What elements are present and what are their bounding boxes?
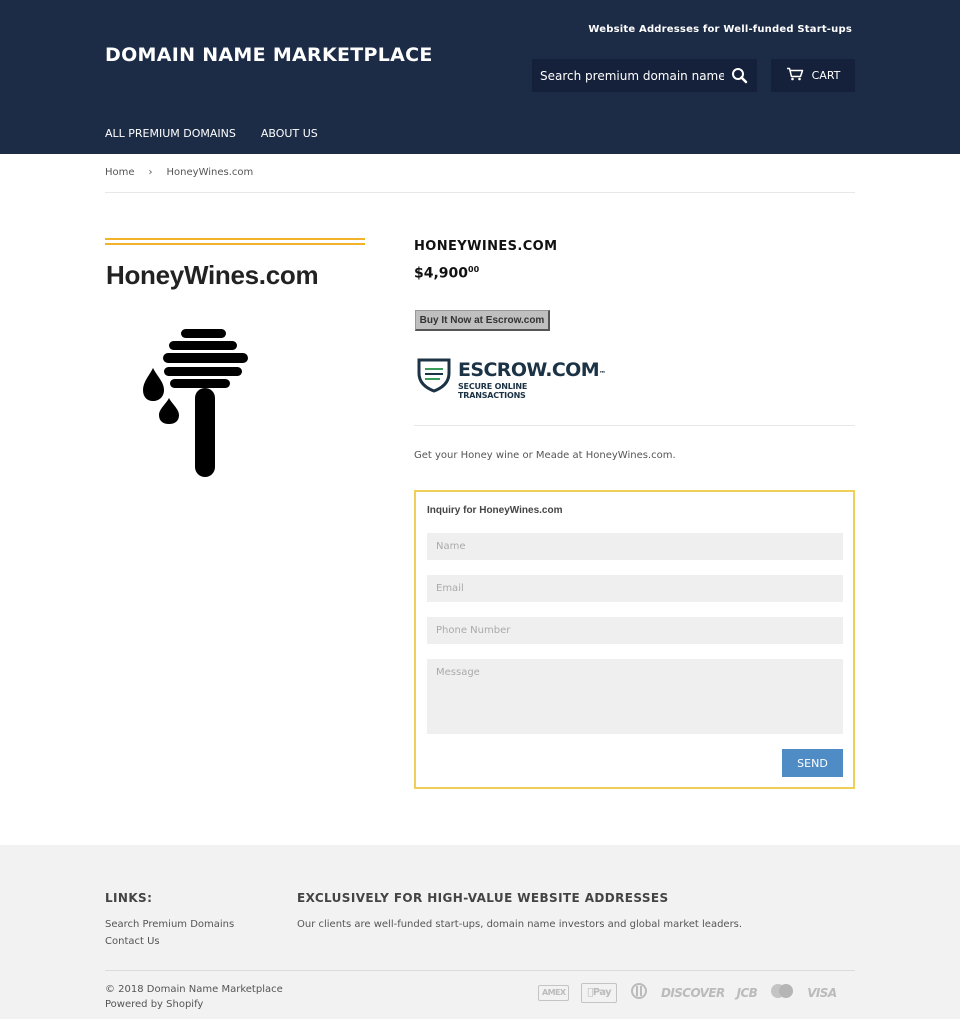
send-button[interactable]: SEND	[782, 749, 843, 777]
product-price: $4,90000	[414, 265, 479, 282]
jcb-icon: JCB	[731, 986, 758, 1000]
site-tagline: Website Addresses for Well-funded Start-…	[588, 24, 852, 35]
product-image: HoneyWines.com	[105, 238, 365, 488]
search-input[interactable]	[532, 59, 724, 92]
name-field[interactable]	[427, 533, 843, 560]
inquiry-title: Inquiry for HoneyWines.com	[427, 505, 563, 516]
diners-club-icon	[629, 983, 649, 1003]
price-main: $4,900	[414, 265, 469, 282]
product-title: HONEYWINES.COM	[414, 239, 558, 254]
escrow-shield-icon	[417, 358, 451, 393]
visa-icon: VISA	[801, 986, 837, 1000]
image-accent-lines	[105, 238, 365, 248]
breadcrumb-divider	[105, 192, 855, 193]
cart-icon	[786, 67, 804, 84]
email-field[interactable]	[427, 575, 843, 602]
master-icon	[769, 983, 795, 1003]
footer-divider	[105, 970, 855, 971]
product-image-text: HoneyWines.com	[106, 260, 319, 290]
footer-links-heading: LINKS:	[105, 891, 153, 905]
escrow-logo-sub: SECURE ONLINE TRANSACTIONS	[458, 382, 528, 400]
honey-dipper-icon	[143, 329, 248, 477]
powered-by[interactable]: Powered by Shopify	[105, 999, 203, 1010]
product-description: Get your Honey wine or Meade at HoneyWin…	[414, 450, 676, 461]
escrow-logo-word: ESCROW.COM™	[458, 359, 606, 381]
copyright: © 2018 Domain Name Marketplace	[105, 984, 283, 995]
site-footer: LINKS: Search Premium Domains Contact Us…	[0, 845, 960, 1019]
american-express-icon: AMEX	[538, 985, 570, 1001]
escrow-logo[interactable]: ESCROW.COM™ SECURE ONLINE TRANSACTIONS	[416, 355, 606, 400]
search-form	[532, 59, 757, 92]
price-cents: 00	[468, 265, 480, 274]
inquiry-form: Inquiry for HoneyWines.com SEND	[414, 490, 855, 789]
breadcrumb-separator: ›	[148, 167, 153, 178]
footer-link-search-premium-domains[interactable]: Search Premium Domains	[105, 919, 234, 930]
breadcrumb-home[interactable]: Home	[105, 167, 135, 178]
breadcrumb: Home › HoneyWines.com	[105, 167, 253, 178]
site-header: Website Addresses for Well-funded Start-…	[0, 0, 960, 154]
nav-about-us[interactable]: ABOUT US	[261, 127, 318, 140]
search-icon[interactable]	[729, 65, 751, 87]
cart-button[interactable]: CART	[771, 59, 855, 92]
message-field[interactable]	[427, 659, 843, 734]
site-title[interactable]: DOMAIN NAME MARKETPLACE	[105, 44, 433, 66]
main-nav: ALL PREMIUM DOMAINS ABOUT US	[105, 127, 318, 140]
footer-about-heading: EXCLUSIVELY FOR HIGH-VALUE WEBSITE ADDRE…	[297, 891, 669, 905]
footer-link-contact-us[interactable]: Contact Us	[105, 936, 160, 947]
footer-about-text: Our clients are well-funded start-ups, d…	[297, 919, 743, 930]
nav-all-premium-domains[interactable]: ALL PREMIUM DOMAINS	[105, 127, 236, 140]
buy-now-escrow-button[interactable]: Buy It Now at Escrow.com	[415, 310, 550, 331]
discover-icon: DISCOVER	[655, 986, 725, 1000]
product-divider	[414, 425, 855, 426]
apple-pay-icon: Pay	[581, 983, 618, 1003]
breadcrumb-current: HoneyWines.com	[166, 167, 254, 178]
payment-icons: AMEX Pay DISCOVER JCB VISA	[538, 983, 837, 1003]
phone-field[interactable]	[427, 617, 843, 644]
cart-label: CART	[811, 69, 841, 82]
